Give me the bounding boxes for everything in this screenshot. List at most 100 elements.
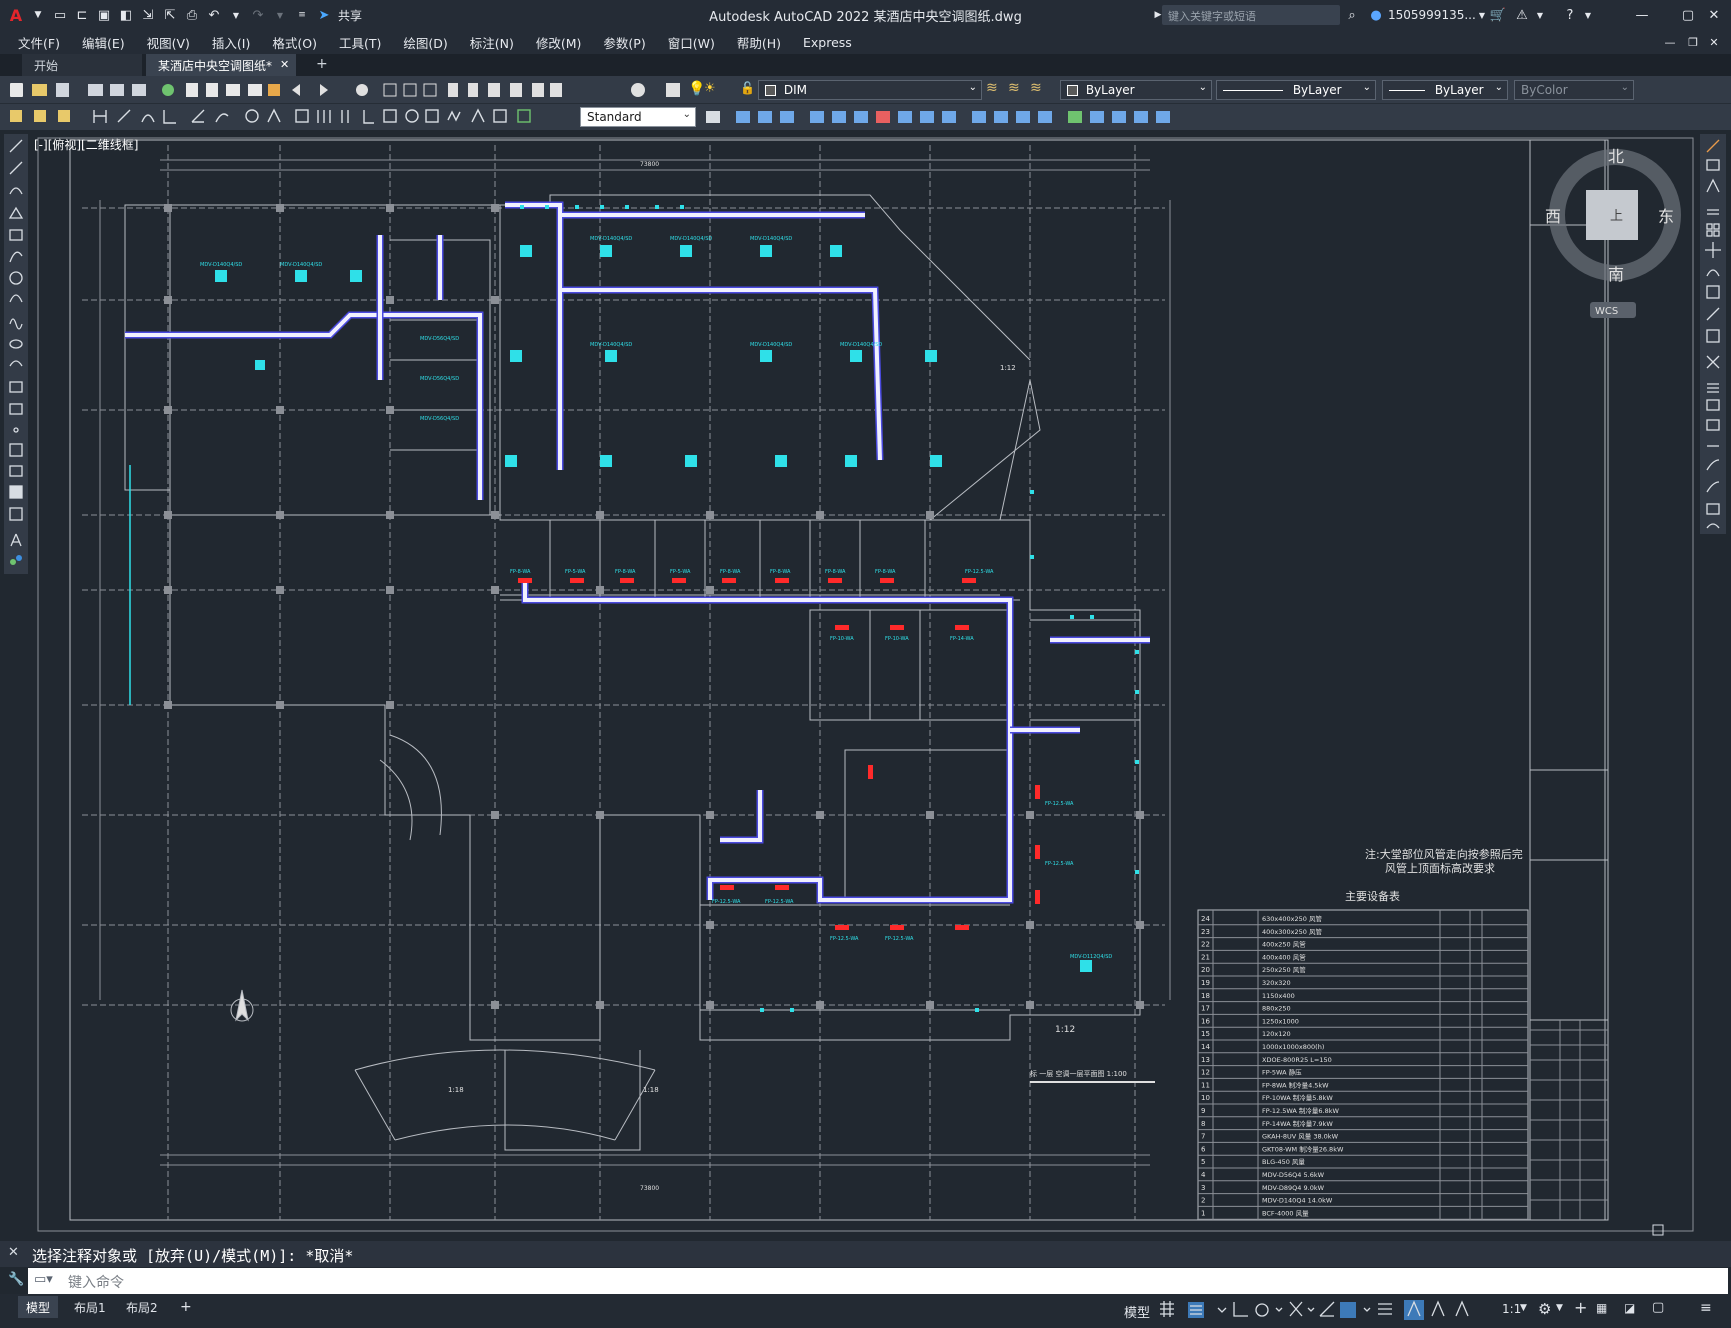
table-row-number: 6 (1201, 1145, 1206, 1153)
annotation-scale[interactable]: 1:1 (1502, 1302, 1521, 1316)
redo-dropdown-icon[interactable]: ▼ (270, 5, 290, 25)
notes-line-1: 注:大堂部位风管走向按参照后完 (1365, 847, 1523, 861)
table-row-spec: 400x250 风管 (1262, 940, 1306, 949)
layer-bulb-icon[interactable]: 💡 (688, 81, 705, 97)
menu-view[interactable]: 视图(V) (147, 33, 190, 52)
new-file-icon[interactable]: ▭ (50, 5, 70, 25)
annotation-monitor-icon[interactable]: + (1574, 1298, 1587, 1317)
table-row-number: 15 (1201, 1030, 1210, 1038)
export-icon[interactable]: ⇱ (160, 5, 180, 25)
textstyle-dropdown[interactable]: Standard ⌄ (580, 107, 696, 127)
close-window-icon[interactable]: ✕ (1704, 5, 1724, 25)
layer-sun-icon[interactable]: ☀ (704, 81, 716, 96)
fp-label-8: FP-8-WA (875, 569, 896, 575)
plotstyle-dropdown[interactable]: ByColor ⌄ (1514, 80, 1634, 100)
tab-drawing[interactable]: 某酒店中央空调图纸* (146, 54, 296, 76)
add-layout-tab[interactable]: + (172, 1296, 200, 1318)
menu-express[interactable]: Express (803, 35, 852, 50)
menu-draw[interactable]: 绘图(D) (403, 33, 447, 52)
linetype-dropdown[interactable]: ByLayer ⌄ (1216, 80, 1376, 100)
app-menu-chevron-icon[interactable]: ▼ (28, 5, 48, 25)
modify-tool-icons[interactable] (1700, 134, 1726, 534)
share-icon[interactable]: ➤ (314, 5, 334, 25)
command-close-icon[interactable]: ✕ (8, 1245, 19, 1260)
open-folder-icon[interactable]: ⊏ (72, 5, 92, 25)
plot-icon[interactable]: ⎙ (182, 5, 202, 25)
undo-icon[interactable]: ↶ (204, 5, 224, 25)
viewcube[interactable]: 上 北 南 东 西 WCS (1545, 147, 1681, 318)
autodesk-app-icon[interactable]: ⚠ (1512, 5, 1532, 25)
workspace-dropdown-icon[interactable]: ▼ (1556, 1303, 1563, 1313)
workspace-gear-icon[interactable]: ⚙ (1538, 1300, 1551, 1318)
doc-restore-icon[interactable]: ❐ (1683, 32, 1703, 52)
layout-tab-1[interactable]: 布局1 (66, 1296, 114, 1318)
layout-tab-2[interactable]: 布局2 (118, 1296, 166, 1318)
drawing-canvas[interactable]: 73800 73800 MDV-D140Q4/SD MDV-D140Q4/SD … (30, 131, 1696, 1238)
minimize-icon[interactable]: — (1632, 5, 1652, 25)
units-icon[interactable]: ▦ (1596, 1301, 1607, 1315)
user-icon[interactable]: ● (1366, 5, 1386, 25)
search-icon[interactable]: ⌕ (1342, 5, 1362, 25)
color-dropdown[interactable]: ByLayer ⌄ (1060, 80, 1212, 100)
cart-icon[interactable]: 🛒 (1488, 5, 1508, 25)
command-settings-icon[interactable]: 🔧 (8, 1272, 24, 1287)
menu-parametric[interactable]: 参数(P) (603, 33, 645, 52)
table-row-number: 9 (1201, 1107, 1205, 1115)
user-name[interactable]: 1505999135... (1388, 8, 1476, 22)
clean-screen-icon[interactable]: ▢ (1652, 1300, 1664, 1315)
modify-toolbar-icons[interactable] (702, 104, 1222, 130)
table-row-spec: XDOE-800R25 L=150 (1262, 1056, 1332, 1064)
command-prompt-icon[interactable]: ▭▾ (34, 1272, 53, 1287)
menu-dimension[interactable]: 标注(N) (470, 33, 514, 52)
tab-start[interactable]: 开始 (22, 54, 142, 76)
lineweight-dropdown[interactable]: ByLayer ⌄ (1382, 80, 1508, 100)
help-dropdown-icon[interactable]: ▼ (1578, 5, 1598, 25)
annotation-scale-dropdown-icon[interactable]: ▼ (1520, 1303, 1527, 1313)
search-input[interactable]: 键入关键字或短语 (1162, 5, 1340, 25)
viewport-controls-label[interactable]: [-][俯视][二维线框] (34, 136, 138, 153)
command-history-text: 选择注释对象或 [放弃(U)/模式(M)]: *取消* (32, 1247, 354, 1265)
status-toggle-icons[interactable] (1156, 1298, 1731, 1324)
share-label[interactable]: 共享 (338, 7, 362, 24)
command-input[interactable]: 键入命令 (28, 1268, 1728, 1294)
layer-lock-icon[interactable]: 🔓 (740, 81, 755, 95)
menu-modify[interactable]: 修改(M) (536, 33, 582, 52)
menu-format[interactable]: 格式(O) (272, 33, 317, 52)
doc-close-icon[interactable]: ✕ (1704, 32, 1724, 52)
layer-previous-icon[interactable]: ≋ (1008, 80, 1020, 96)
table-row-number: 24 (1201, 915, 1210, 923)
toolbar-row-1: 💡 ☀ 🔓 DIM ⌄ ≋ ≋ ≋ ByLayer ⌄ ByLayer ⌄ By… (0, 76, 1731, 104)
tab-close-icon[interactable]: ✕ (280, 58, 289, 71)
standard-toolbar-icons[interactable] (6, 76, 686, 104)
model-space-button[interactable]: 模型 (1124, 1302, 1150, 1321)
fp-label-17: FP-12.5-WA (1045, 801, 1074, 807)
menu-help[interactable]: 帮助(H) (737, 33, 781, 52)
menu-window[interactable]: 窗口(W) (668, 33, 715, 52)
menu-file[interactable]: 文件(F) (18, 33, 60, 52)
app-dropdown-icon[interactable]: ▼ (1530, 5, 1550, 25)
customize-qat-icon[interactable]: ≡ (292, 5, 312, 25)
help-icon[interactable]: ? (1560, 5, 1580, 25)
menu-edit[interactable]: 编辑(E) (82, 33, 125, 52)
draw-tool-icons[interactable] (4, 134, 28, 574)
redo-icon[interactable]: ↷ (248, 5, 268, 25)
layer-dropdown[interactable]: DIM ⌄ (758, 80, 982, 100)
layer-properties-icon[interactable]: ≋ (986, 80, 998, 96)
command-history: 选择注释对象或 [放弃(U)/模式(M)]: *取消* (0, 1241, 1731, 1267)
import-icon[interactable]: ⇲ (138, 5, 158, 25)
layer-state-icon[interactable]: ≋ (1030, 80, 1042, 96)
save-icon[interactable]: ▣ (94, 5, 114, 25)
save-as-icon[interactable]: ◧ (116, 5, 136, 25)
layout-tab-model[interactable]: 模型 (18, 1296, 59, 1318)
maximize-icon[interactable]: ▢ (1678, 5, 1698, 25)
hardware-accel-icon[interactable]: ◪ (1624, 1301, 1635, 1315)
menu-insert[interactable]: 插入(I) (212, 33, 250, 52)
menu-tools[interactable]: 工具(T) (339, 33, 381, 52)
dimension-toolbar-icons[interactable] (6, 104, 586, 130)
table-row-spec: GKT08-WM 制冷量26.8kW (1262, 1144, 1344, 1153)
new-tab-icon[interactable]: + (316, 56, 328, 72)
autocad-logo-icon[interactable]: A (6, 5, 26, 25)
customization-icon[interactable]: ≡ (1700, 1300, 1712, 1316)
doc-minimize-icon[interactable]: — (1660, 32, 1680, 52)
undo-dropdown-icon[interactable]: ▼ (226, 5, 246, 25)
